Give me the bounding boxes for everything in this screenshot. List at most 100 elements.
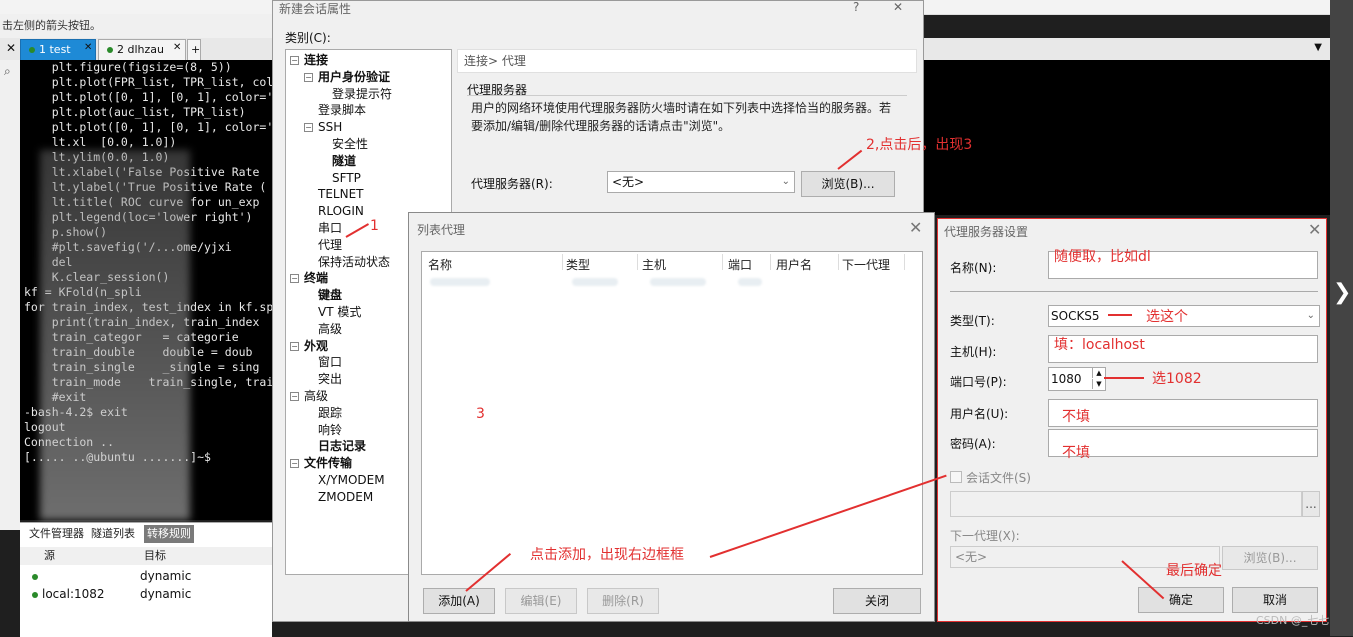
close-tab-icon[interactable]: ✕	[84, 42, 92, 53]
browse-button[interactable]: 浏览(B)...	[801, 171, 895, 197]
side-overlay	[1330, 0, 1353, 636]
close-icon[interactable]: ✕	[1308, 220, 1321, 239]
chevron-right-icon[interactable]: ❯	[1333, 280, 1351, 305]
tree-item[interactable]: 高级	[318, 321, 342, 337]
session-file-field[interactable]	[950, 491, 1302, 517]
edit-button[interactable]: 编辑(E)	[505, 588, 577, 614]
column-host[interactable]: 主机	[642, 256, 666, 273]
chevron-down-icon: ⌄	[781, 176, 790, 187]
type-label: 类型(T):	[950, 314, 995, 328]
collapse-icon[interactable]: −	[290, 459, 299, 469]
column-port[interactable]: 端口	[728, 256, 752, 273]
tree-item[interactable]: 跟踪	[318, 405, 342, 421]
tree-item[interactable]: 安全性	[332, 136, 368, 152]
close-button[interactable]: 关闭	[833, 588, 921, 614]
close-tab-icon[interactable]: ✕	[173, 42, 181, 53]
tree-item[interactable]: 日志记录	[318, 438, 366, 454]
port-spinner[interactable]: 1080 ▲ ▼	[1048, 367, 1106, 391]
tree-item[interactable]: 用户身份验证	[318, 69, 390, 85]
collapse-icon[interactable]: −	[290, 392, 299, 401]
next-proxy-browse[interactable]: 浏览(B)...	[1222, 546, 1318, 570]
tree-item[interactable]: SSH	[318, 119, 342, 135]
delete-button[interactable]: 删除(R)	[587, 588, 659, 614]
chevron-down-icon[interactable]: ▼	[1314, 42, 1322, 53]
tab-label: 2 dlhzau	[117, 43, 164, 56]
column-username[interactable]: 用户名	[776, 256, 812, 273]
collapse-icon[interactable]: −	[304, 123, 313, 133]
column-name[interactable]: 名称	[428, 256, 452, 273]
tree-item[interactable]: RLOGIN	[318, 203, 364, 219]
tree-item[interactable]: 隧道	[332, 153, 356, 169]
annotation-3: 3	[476, 406, 485, 422]
tree-item[interactable]: 终端	[304, 270, 328, 286]
column-target[interactable]: 目标	[140, 547, 276, 565]
tab-forward-rules[interactable]: 转移规则	[144, 525, 194, 543]
close-icon[interactable]: ✕	[909, 218, 922, 237]
tree-item[interactable]: 外观	[304, 338, 328, 354]
column-type[interactable]: 类型	[566, 256, 590, 273]
cancel-button[interactable]: 取消	[1232, 587, 1318, 613]
table-row[interactable]	[32, 569, 42, 583]
add-button[interactable]: 添加(A)	[423, 588, 495, 614]
search-icon[interactable]: ⌕	[4, 64, 11, 79]
tree-item[interactable]: 响铃	[318, 422, 342, 438]
ok-button[interactable]: 确定	[1138, 587, 1224, 613]
spin-down-icon[interactable]: ▼	[1092, 379, 1105, 389]
proxy-list-table[interactable]: 名称 类型 主机 端口 用户名 下一代理	[421, 251, 923, 575]
collapse-icon[interactable]: −	[304, 72, 313, 82]
annotation-ok-hint: 最后确定	[1166, 563, 1222, 579]
tab-file-manager[interactable]: 文件管理器	[26, 525, 87, 543]
tree-item[interactable]: 突出	[318, 371, 342, 387]
add-tab-button[interactable]: +	[187, 39, 201, 61]
column-next-proxy[interactable]: 下一代理	[842, 256, 890, 273]
tree-item[interactable]: ZMODEM	[318, 489, 373, 505]
annotation-4: 点击添加，出现右边框框	[530, 547, 684, 563]
tree-item[interactable]: 登录提示符	[332, 86, 392, 102]
tree-item[interactable]: 窗口	[318, 354, 342, 370]
close-icon[interactable]: ✕	[6, 41, 16, 55]
tree-item[interactable]: 文件传输	[304, 455, 352, 471]
tree-item[interactable]: 键盘	[318, 287, 342, 303]
divider	[950, 291, 1318, 292]
right-tabbar: ▼	[922, 38, 1330, 61]
close-icon[interactable]: ✕	[893, 0, 903, 14]
annotation-arrow	[1104, 377, 1144, 379]
dialog-title: 列表代理	[417, 223, 466, 237]
tree-item[interactable]: 高级	[304, 388, 328, 404]
annotation-name-hint: 随便取，比如dl	[1054, 249, 1151, 265]
session-file-browse[interactable]: ...	[1302, 491, 1320, 517]
tree-item[interactable]: TELNET	[318, 186, 364, 202]
annotation-1: 1	[370, 218, 379, 234]
tab-tunnel-list[interactable]: 隧道列表	[88, 525, 138, 543]
collapse-icon[interactable]: −	[290, 56, 299, 65]
blurred-row	[738, 278, 762, 286]
tree-item[interactable]: VT 模式	[318, 304, 361, 320]
terminal-line: plt.plot(FPR_list, TPR_list, col	[24, 75, 272, 89]
app-hint-text: 击左侧的箭头按钮。	[0, 14, 274, 38]
column-source[interactable]: 源	[20, 547, 160, 565]
status-dot-icon	[29, 47, 35, 53]
session-file-checkbox[interactable]	[950, 471, 962, 483]
tree-item[interactable]: 连接	[304, 52, 328, 68]
category-label: 类别(C):	[285, 31, 331, 45]
tree-item[interactable]: X/YMODEM	[318, 472, 385, 488]
tree-item[interactable]: SFTP	[332, 170, 361, 186]
help-button[interactable]: ?	[853, 0, 859, 14]
collapse-icon[interactable]: −	[290, 274, 299, 284]
tree-item[interactable]: 代理	[318, 237, 342, 253]
status-dot-icon	[107, 47, 113, 53]
terminal-line: lt.xl [0.0, 1.0])	[24, 135, 177, 149]
tab-label: 1 test	[39, 43, 71, 56]
tree-item[interactable]: 登录脚本	[318, 102, 366, 118]
terminal-line: plt.plot(auc_list, TPR_list)	[24, 105, 246, 119]
terminal-line: plt.plot([0, 1], [0, 1], color='	[24, 120, 272, 134]
annotation-host-hint: 填：localhost	[1054, 337, 1145, 353]
host-label: 主机(H):	[950, 345, 997, 359]
table-row[interactable]: local:1082	[32, 587, 105, 601]
tree-item[interactable]: 保持活动状态	[318, 254, 390, 270]
blurred-row	[572, 278, 618, 286]
session-file-label: 会话文件(S)	[966, 471, 1031, 485]
proxy-select[interactable]: <无> ⌄	[607, 171, 795, 193]
collapse-icon[interactable]: −	[290, 341, 299, 351]
tree-item[interactable]: 串口	[318, 220, 342, 236]
